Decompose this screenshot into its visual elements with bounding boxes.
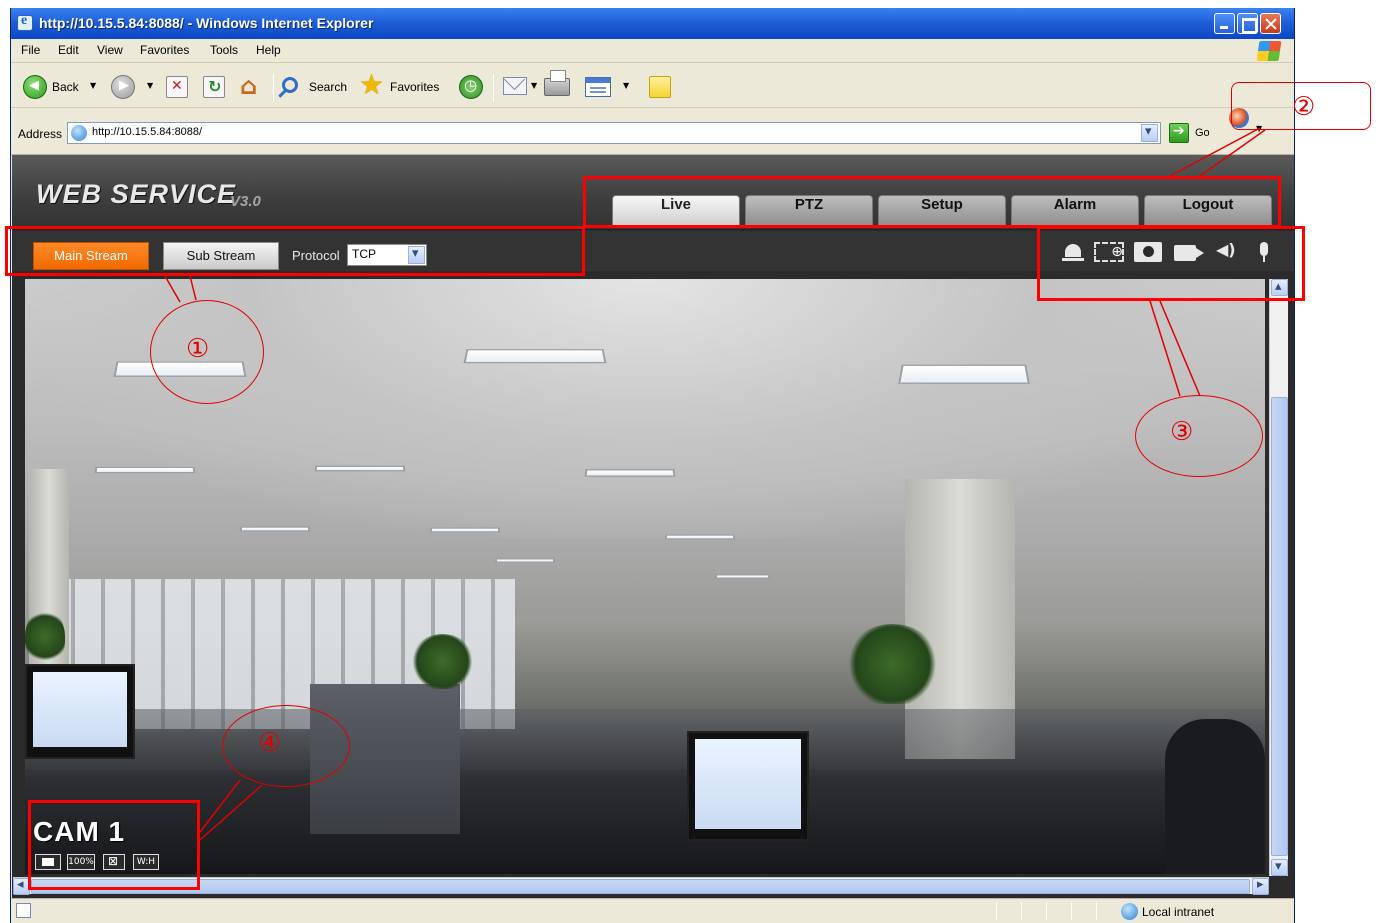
annotation-leader-line <box>189 275 197 301</box>
annotation-leader-line <box>199 779 241 833</box>
annotation-leader-lines <box>164 127 1266 841</box>
annotation-leader-line <box>1169 127 1261 177</box>
annotation-leader-line <box>1199 129 1266 177</box>
annotation-leader-line <box>1149 300 1181 397</box>
annotation-leader-line <box>199 784 263 841</box>
annotation-leader-line <box>164 275 181 303</box>
annotation-leader-line <box>1159 300 1201 397</box>
